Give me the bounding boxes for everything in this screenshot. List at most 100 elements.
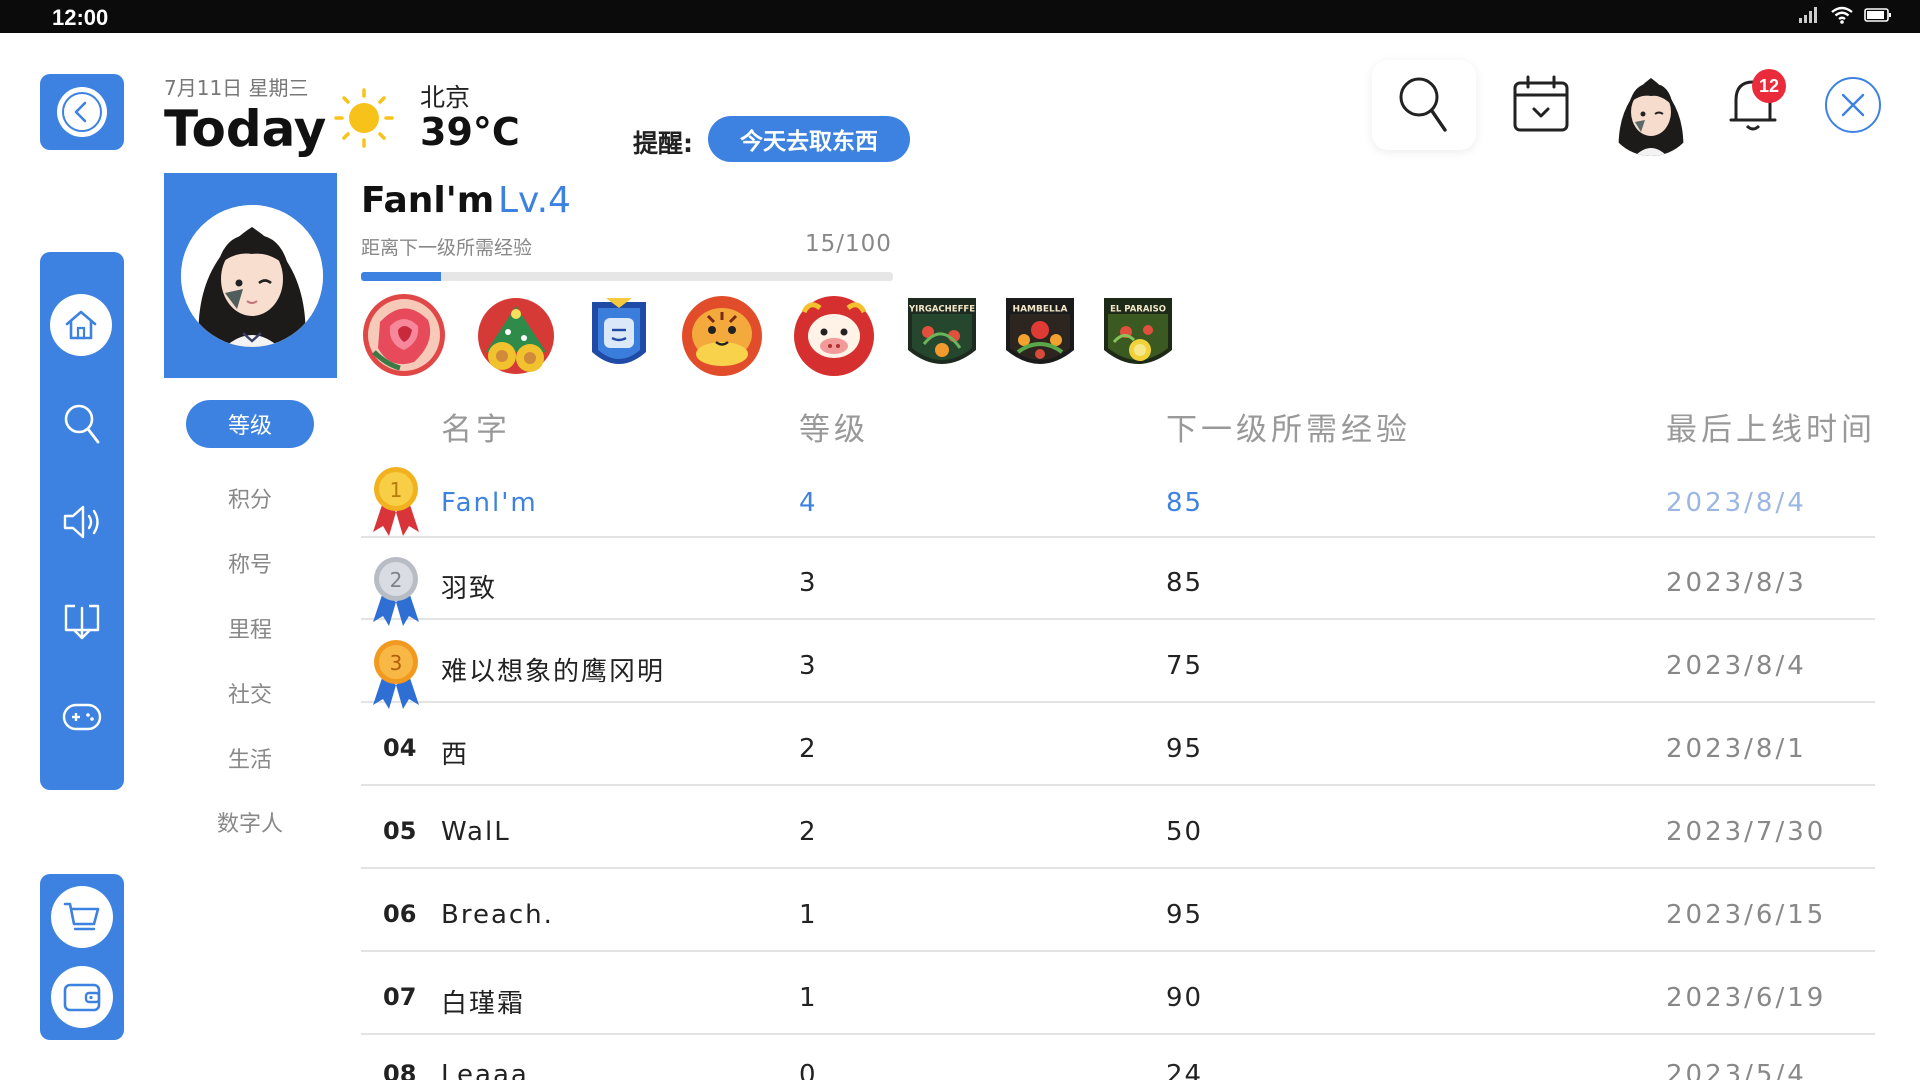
column-header-name: 名字 <box>441 412 511 448</box>
header-date: 7月11日 星期三 <box>164 76 309 100</box>
battery-icon <box>1864 8 1891 22</box>
player-exp: 75 <box>1166 651 1204 681</box>
user-avatar[interactable] <box>1605 64 1697 156</box>
search-icon <box>1399 77 1447 132</box>
player-level: 3 <box>799 651 818 681</box>
calendar-icon <box>1513 75 1569 132</box>
search-button[interactable] <box>1372 60 1476 150</box>
table-row[interactable]: 3 难以想象的鹰冈明 3 75 2023/8/4 <box>361 621 1875 709</box>
player-level: 1 <box>799 983 818 1013</box>
table-row[interactable]: 05 WalL 2 50 2023/7/30 <box>361 787 1875 869</box>
tab-level[interactable]: 等级 <box>186 400 314 448</box>
player-exp: 50 <box>1166 817 1204 847</box>
player-name: 白瑾霜 <box>441 989 526 1019</box>
player-name: WalL <box>441 817 511 847</box>
column-header-time: 最后上线时间 <box>1666 412 1876 448</box>
table-row[interactable]: 04 西 2 95 2023/8/1 <box>361 704 1875 786</box>
tab-life[interactable]: 生活 <box>164 742 336 774</box>
cart-button[interactable] <box>51 886 113 948</box>
tab-titles[interactable]: 称号 <box>164 547 336 579</box>
table-row[interactable]: 1 Fanl'm 4 85 2023/8/4 <box>361 456 1875 538</box>
player-last-online: 2023/7/30 <box>1666 817 1827 847</box>
close-icon <box>1841 93 1865 117</box>
signal-icon <box>1799 7 1817 23</box>
profile-card <box>164 173 337 378</box>
badge-text: YIRGACHEFFE <box>908 305 975 315</box>
table-row[interactable]: 08 Leaaa 0 24 2023/5/4 <box>361 1036 1875 1080</box>
table-row[interactable]: 07 白瑾霜 1 90 2023/6/19 <box>361 953 1875 1035</box>
player-level: 2 <box>799 817 818 847</box>
close-button[interactable] <box>1825 77 1881 133</box>
gold-medal-icon: 1 <box>367 462 425 544</box>
player-rank: 07 <box>383 983 417 1011</box>
user-name: Fanl'm <box>361 180 495 221</box>
speaker-icon <box>63 505 99 539</box>
player-rank: 05 <box>383 817 417 845</box>
player-last-online: 2023/8/3 <box>1666 568 1807 598</box>
gamepad-icon <box>62 703 102 731</box>
player-name: 羽致 <box>441 574 498 604</box>
back-button[interactable] <box>40 74 124 150</box>
tiger-badge-icon[interactable] <box>678 292 768 382</box>
badge-row: YIRGACHEFFE HAMBELLA EL PARAISO <box>360 292 1180 382</box>
coffee-badge-yirgacheffe-icon[interactable]: YIRGACHEFFE <box>904 292 980 382</box>
sidebar-item-volume[interactable] <box>40 482 124 562</box>
player-level: 0 <box>799 1060 818 1080</box>
player-level: 4 <box>799 488 818 518</box>
player-last-online: 2023/8/1 <box>1666 734 1807 764</box>
player-last-online: 2023/6/15 <box>1666 900 1827 930</box>
badge-text: HAMBELLA <box>1013 305 1068 315</box>
wallet-icon <box>63 983 101 1012</box>
rose-badge-icon[interactable] <box>360 292 450 382</box>
player-rank: 08 <box>383 1060 417 1080</box>
status-time: 12:00 <box>52 5 109 30</box>
sidebar-item-download[interactable] <box>40 582 124 662</box>
player-rank: 04 <box>383 734 417 762</box>
player-last-online: 2023/8/4 <box>1666 488 1807 518</box>
player-level: 3 <box>799 568 818 598</box>
xp-label: 距离下一级所需经验 <box>361 237 533 259</box>
notification-badge: 12 <box>1752 69 1786 103</box>
user-level: Lv.4 <box>498 180 571 221</box>
shield-badge-icon[interactable] <box>584 292 654 382</box>
player-exp: 90 <box>1166 983 1204 1013</box>
ox-badge-icon[interactable] <box>790 292 880 382</box>
wallet-button[interactable] <box>51 966 113 1028</box>
player-name: 难以想象的鹰冈明 <box>441 657 666 687</box>
player-rank: 06 <box>383 900 417 928</box>
chevron-left-icon <box>57 87 107 137</box>
table-row[interactable]: 2 羽致 3 85 2023/8/3 <box>361 538 1875 626</box>
tab-points[interactable]: 积分 <box>164 482 336 514</box>
player-level: 2 <box>799 734 818 764</box>
player-name: 西 <box>441 740 470 770</box>
festival-badge-icon[interactable] <box>472 292 562 382</box>
medal-rank: 1 <box>390 478 403 502</box>
wifi-icon <box>1831 6 1853 24</box>
xp-count: 15/100 <box>805 231 892 257</box>
tab-social[interactable]: 社交 <box>164 677 336 709</box>
sidebar-item-search[interactable] <box>40 384 124 464</box>
sidebar-item-home[interactable] <box>50 294 112 356</box>
status-bar: 12:00 <box>0 0 1920 33</box>
sidebar <box>40 252 124 790</box>
coffee-badge-el-paraiso-icon[interactable]: EL PARAISO <box>1100 292 1176 382</box>
tab-digital-human[interactable]: 数字人 <box>164 806 336 838</box>
table-row[interactable]: 06 Breach. 1 95 2023/6/15 <box>361 870 1875 952</box>
profile-avatar[interactable] <box>181 205 323 347</box>
reminder-label: 提醒: <box>633 129 693 158</box>
calendar-button[interactable] <box>1512 74 1570 138</box>
column-header-level: 等级 <box>799 412 869 448</box>
home-icon <box>65 310 97 340</box>
player-last-online: 2023/6/19 <box>1666 983 1827 1013</box>
search-icon <box>64 404 100 444</box>
player-exp: 24 <box>1166 1060 1204 1080</box>
sidebar-item-game[interactable] <box>40 676 124 756</box>
cart-icon <box>63 902 100 931</box>
badge-text: EL PARAISO <box>1110 305 1166 315</box>
reminder-pill[interactable]: 今天去取东西 <box>708 116 910 162</box>
medal-rank: 3 <box>390 651 403 675</box>
tab-mileage[interactable]: 里程 <box>164 612 336 644</box>
player-level: 1 <box>799 900 818 930</box>
page-title: Today <box>164 100 327 158</box>
coffee-badge-hambella-icon[interactable]: HAMBELLA <box>1002 292 1078 382</box>
